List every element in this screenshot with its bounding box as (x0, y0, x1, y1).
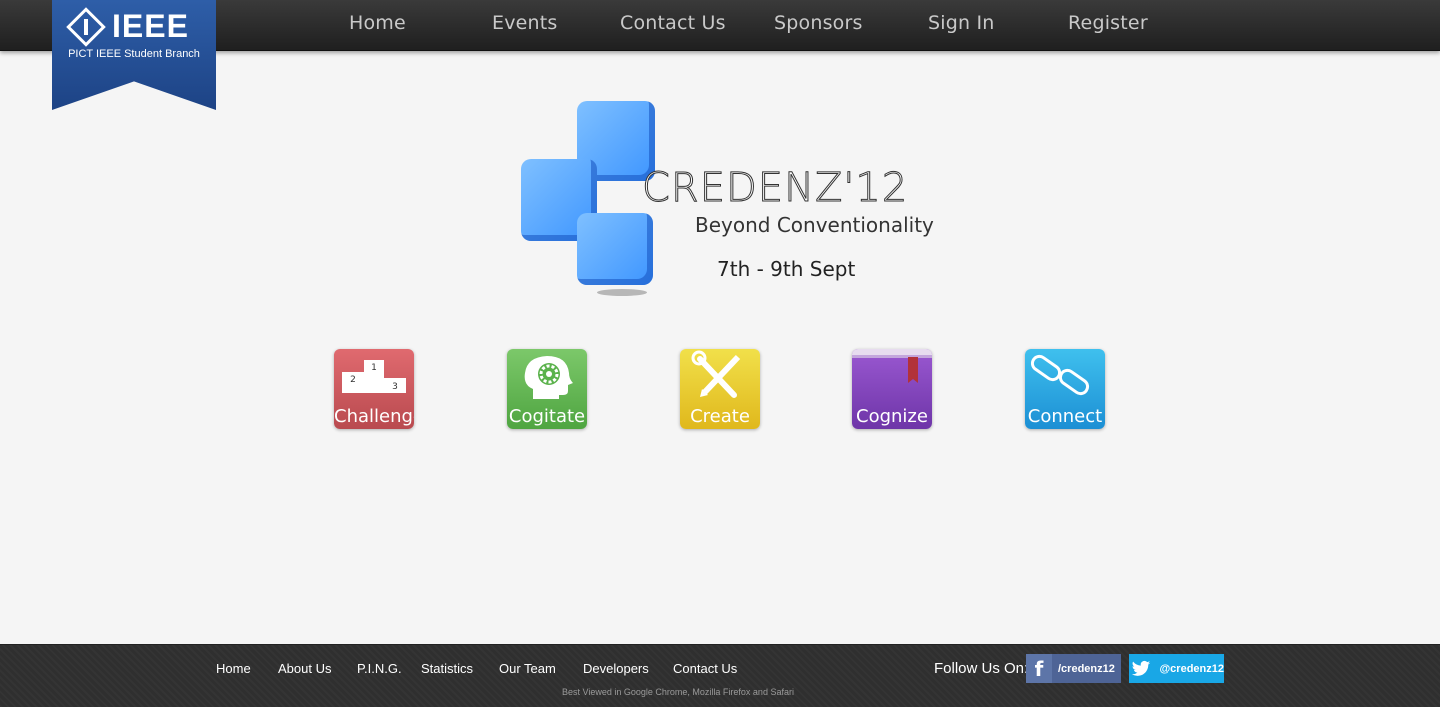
thinking-head-gear-icon (524, 356, 573, 399)
tile-label-challenge: Challenge (334, 406, 414, 427)
podium-icon: 1 2 3 (342, 360, 406, 393)
ieee-logo: IEEE (66, 6, 189, 47)
facebook-button[interactable]: f /credenz12 (1026, 654, 1121, 683)
tile-create[interactable]: Create (680, 349, 760, 429)
twitter-handle: @credenz12 (1159, 662, 1224, 675)
logo-shadow (597, 289, 647, 296)
chain-link-icon (1030, 354, 1090, 396)
footer-link-home[interactable]: Home (216, 661, 251, 676)
top-navigation-bar: Home Events Contact Us Sponsors Sign In … (0, 0, 1440, 51)
footer-link-statistics[interactable]: Statistics (421, 661, 473, 676)
footer: Home About Us P.I.N.G. Statistics Our Te… (0, 644, 1440, 707)
tile-label-cogitate: Cogitate (508, 406, 586, 427)
ieee-logo-text: IEEE (112, 8, 189, 44)
nav-home[interactable]: Home (349, 12, 406, 34)
podium-third-place: 3 (392, 382, 398, 392)
footer-link-our-team[interactable]: Our Team (499, 661, 556, 676)
main-nav: Home Events Contact Us Sponsors Sign In … (0, 0, 1440, 50)
tools-wrench-pencil-icon (691, 350, 741, 398)
event-tagline: Beyond Conventionality (695, 213, 934, 237)
footer-link-about-us[interactable]: About Us (278, 661, 331, 676)
cube-block-icon (577, 213, 653, 285)
tile-cognize[interactable]: Cognize (852, 349, 932, 429)
credenz-hero-logo: CREDENZ'12 Beyond Conventionality 7th - … (515, 95, 935, 305)
ieee-branch-ribbon[interactable]: IEEE PICT IEEE Student Branch (52, 0, 216, 110)
tile-label-cognize: Cognize (856, 406, 928, 427)
tile-label-connect: Connect (1027, 406, 1103, 427)
footer-link-ping[interactable]: P.I.N.G. (357, 661, 402, 676)
event-title: CREDENZ'12 (641, 165, 909, 212)
nav-register[interactable]: Register (1068, 12, 1148, 34)
twitter-button[interactable]: @credenz12 (1129, 654, 1224, 683)
footer-link-developers[interactable]: Developers (583, 661, 649, 676)
podium-second-place: 2 (350, 375, 356, 385)
branch-subtitle: PICT IEEE Student Branch (68, 48, 200, 60)
footer-link-contact-us[interactable]: Contact Us (673, 661, 737, 676)
tile-connect[interactable]: Connect (1025, 349, 1105, 429)
tile-challenge[interactable]: 1 2 3 Challenge (334, 349, 414, 429)
facebook-handle: /credenz12 (1058, 662, 1115, 675)
tile-label-create: Create (690, 406, 750, 427)
event-date: 7th - 9th Sept (717, 257, 856, 281)
book-bookmark-icon (852, 349, 932, 383)
nav-sponsors[interactable]: Sponsors (774, 12, 863, 34)
nav-contact-us[interactable]: Contact Us (620, 12, 726, 34)
nav-sign-in[interactable]: Sign In (928, 12, 995, 34)
tile-cogitate[interactable]: Cogitate (507, 349, 587, 429)
ieee-diamond-icon (66, 6, 106, 47)
facebook-icon: f (1026, 654, 1052, 683)
podium-first-place: 1 (371, 363, 377, 373)
twitter-icon (1129, 654, 1153, 683)
nav-events[interactable]: Events (492, 12, 558, 34)
browser-note: Best Viewed in Google Chrome, Mozilla Fi… (562, 687, 794, 697)
follow-label: Follow Us On: (934, 660, 1029, 677)
